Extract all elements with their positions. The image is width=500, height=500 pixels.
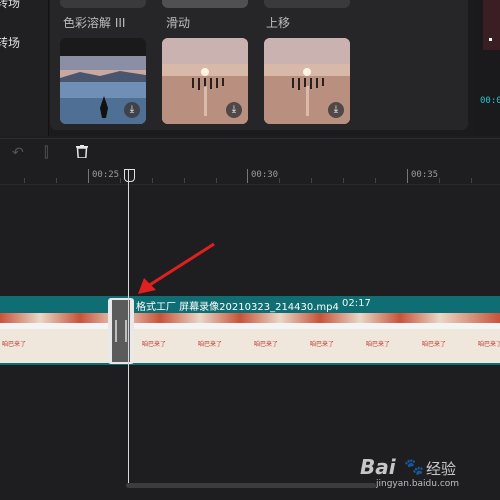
thumbnail-top-3[interactable] (264, 0, 350, 8)
transition-thumbnail-3[interactable]: ⤓ (264, 38, 350, 124)
delete-icon[interactable] (76, 145, 88, 162)
trash-icon (76, 145, 88, 159)
frame-text: 咱巴来了 (422, 341, 447, 348)
clip-trim-handle[interactable] (108, 298, 134, 364)
transition-grid: 色彩溶解 III 滑动 上移 ⤓ ⤓ ⤓ (50, 0, 468, 130)
download-icon[interactable]: ⤓ (226, 102, 242, 118)
sidebar-item-transition[interactable]: 转场 (0, 0, 20, 11)
transition-label-move-up: 上移 (266, 16, 291, 30)
frame-text: 咱巴来了 (254, 341, 279, 348)
watermark-url: jingyan.baidu.com (376, 479, 460, 489)
ruler-label-0035: 00:35 (411, 170, 439, 180)
ruler-label-0030: 00:30 (251, 170, 279, 180)
frame-text: 咱巴来了 (478, 341, 500, 348)
preview-timecode: 00:0 (480, 96, 500, 106)
thumbnail-top-2[interactable] (162, 0, 248, 8)
playhead-line[interactable] (128, 170, 129, 485)
baidu-watermark: Bai 🐾 经验 jingyan.baidu.com (360, 455, 480, 495)
preview-thumbnail (483, 0, 500, 50)
sidebar-item-transition-selected[interactable]: 转场 (0, 34, 20, 51)
frame-text: 咱巴来了 (310, 341, 335, 348)
thumbnail-top-1[interactable] (60, 0, 146, 8)
transition-label-slide: 滑动 (166, 16, 191, 30)
frame-text: 咱巴来了 (366, 341, 391, 348)
download-icon[interactable]: ⤓ (124, 102, 140, 118)
transition-label-color-dissolve: 色彩溶解 III (63, 16, 126, 30)
timeline-scrollbar[interactable] (126, 483, 376, 488)
video-clip-header[interactable]: 格式工厂 屏幕录像20210323_214430.mp4 02:17 (0, 296, 500, 313)
transition-thumbnail-1[interactable]: ⤓ (60, 38, 146, 124)
watermark-suffix: 经验 (426, 460, 457, 478)
annotation-arrow-icon (138, 242, 215, 294)
frame-text: 咱巴来了 (142, 341, 167, 348)
ruler-label-0025: 00:25 (92, 170, 120, 180)
playhead-handle[interactable] (124, 169, 135, 182)
category-sidebar: 转场 转场 (0, 0, 49, 136)
undo-icon[interactable]: ↶ (12, 145, 24, 161)
download-icon[interactable]: ⤓ (328, 102, 344, 118)
frame-text: 咱巴来了 (2, 341, 27, 348)
preview-panel: 00:0 (474, 0, 500, 136)
video-clip-track[interactable]: 咱巴来了 咱巴来了 咱巴来了 咱巴来了 咱巴来了 咱巴来了 咱巴来了 咱巴来了 (0, 313, 500, 365)
clip-filename: 格式工厂 屏幕录像20210323_214430.mp4 (136, 302, 339, 313)
frame-text: 咱巴来了 (198, 341, 223, 348)
paw-icon: 🐾 (404, 457, 424, 476)
watermark-text: Bai (360, 455, 396, 479)
transition-thumbnail-2[interactable]: ⤓ (162, 38, 248, 124)
timeline-ruler[interactable]: 00:25 00:30 00:35 (0, 168, 500, 185)
clip-duration: 02:17 (342, 298, 371, 309)
split-icon[interactable]: ⫿ (44, 145, 48, 161)
timeline-toolbar: ↶ ⫿ (0, 138, 500, 169)
